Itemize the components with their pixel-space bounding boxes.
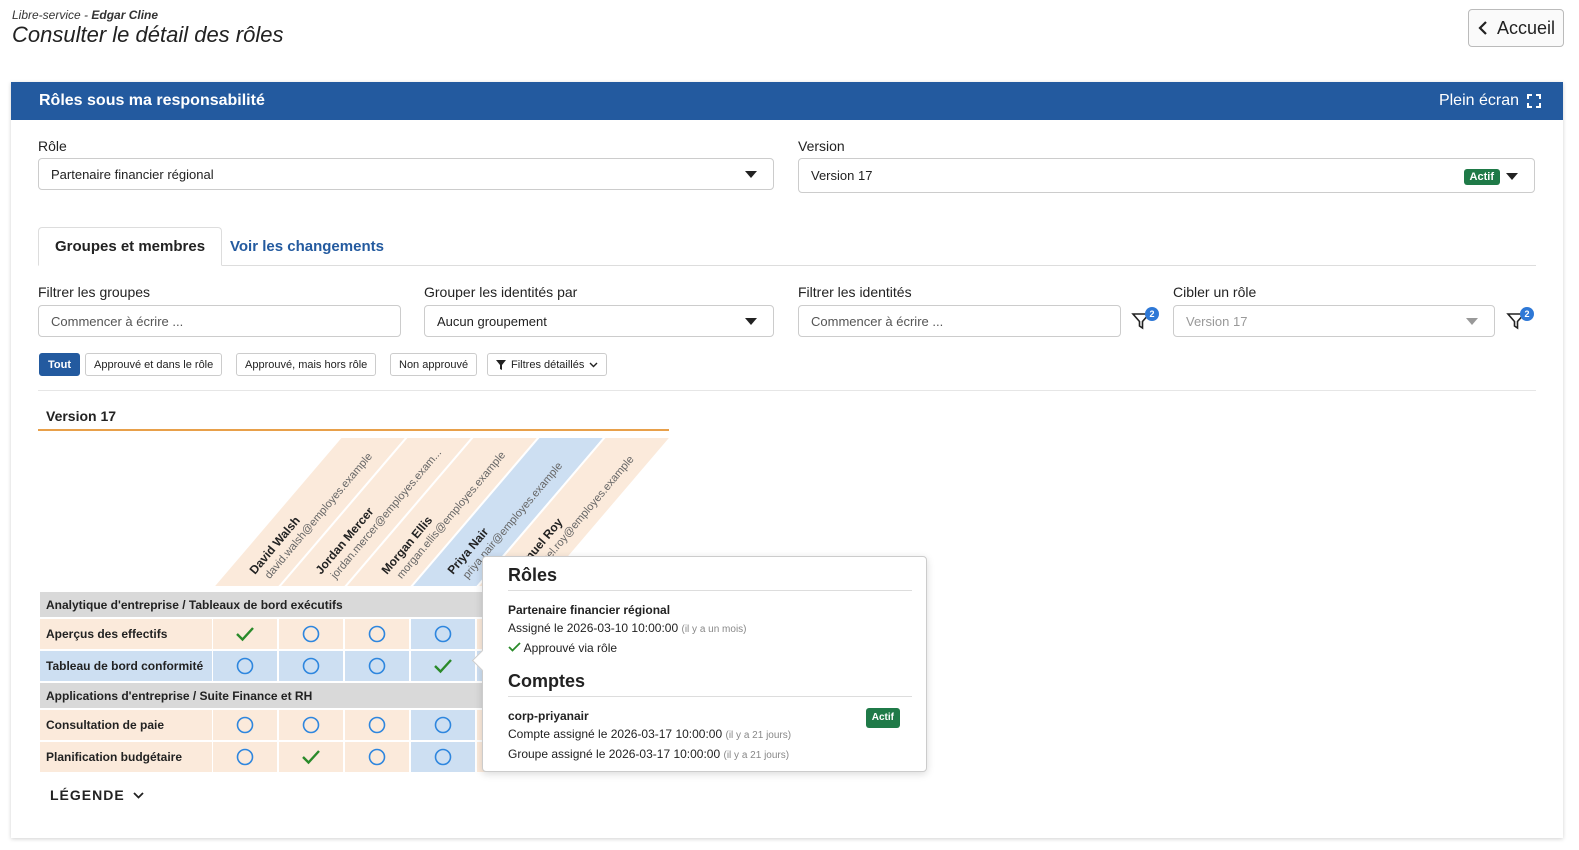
circle-icon[interactable] — [411, 619, 475, 649]
account-name-text: corp-priyanair — [508, 709, 589, 723]
caret-down-icon — [745, 318, 757, 325]
chevron-left-icon — [1478, 21, 1487, 35]
group-row: Analytique d'entreprise / Tableaux de bo… — [40, 592, 543, 617]
version-label: Version — [798, 138, 845, 154]
circle-icon[interactable] — [279, 619, 343, 649]
target-role-select[interactable]: Version 17 — [1173, 305, 1495, 337]
target-role-label: Cibler un rôle — [1173, 284, 1257, 300]
popover-group-assigned: Groupe assigné le 2026-03-17 10:00:00 (i… — [508, 745, 912, 765]
version-select-value: Version 17 — [811, 168, 873, 183]
legend-toggle[interactable]: LÉGENDE — [50, 787, 144, 803]
filter-identities-input[interactable] — [798, 305, 1121, 337]
circle-icon[interactable] — [279, 651, 343, 681]
row-label[interactable]: Consultation de paie — [40, 710, 212, 740]
target-role-value: Version 17 — [1186, 313, 1248, 329]
filter-count-badge: 2 — [1520, 307, 1534, 321]
chevron-down-icon — [133, 791, 144, 799]
home-button[interactable]: Accueil — [1468, 9, 1564, 47]
popover-roles-heading: Rôles — [508, 565, 912, 591]
filter-count-badge: 2 — [1145, 307, 1159, 321]
version-select[interactable]: Version 17 Actif — [798, 158, 1535, 193]
group-row: Applications d'entreprise / Suite Financ… — [40, 683, 543, 708]
circle-icon[interactable] — [213, 742, 277, 772]
check-icon[interactable] — [411, 651, 475, 681]
circle-icon[interactable] — [345, 742, 409, 772]
circle-icon[interactable] — [213, 651, 277, 681]
circle-icon[interactable] — [345, 710, 409, 740]
filter-identities-label: Filtrer les identités — [798, 284, 912, 300]
role-approved-text: Approuvé via rôle — [523, 641, 618, 655]
caret-down-icon — [1466, 318, 1478, 325]
fullscreen-button[interactable]: Plein écran — [1439, 92, 1541, 110]
caret-down-icon — [745, 171, 757, 178]
circle-icon[interactable] — [345, 619, 409, 649]
row-label[interactable]: Tableau de bord conformité — [40, 651, 212, 681]
caret-down-icon — [1506, 173, 1518, 180]
popover-role-approved: Approuvé via rôle — [508, 639, 912, 657]
group-assigned-text: Groupe assigné le 2026-03-17 10:00:00 — [508, 747, 721, 761]
row-label[interactable]: Aperçus des effectifs — [40, 619, 212, 649]
circle-icon[interactable] — [411, 710, 475, 740]
account-assigned-text: Compte assigné le 2026-03-17 10:00:00 — [508, 727, 723, 741]
fullscreen-label: Plein écran — [1438, 92, 1519, 109]
role-assigned-relative: (il y a un mois) — [681, 624, 747, 635]
status-badge: Actif — [1463, 169, 1500, 185]
popover-role-assigned: Assigné le 2026-03-10 10:00:00 (il y a u… — [508, 619, 912, 639]
popover-accounts-heading: Comptes — [508, 671, 912, 697]
circle-icon[interactable] — [345, 651, 409, 681]
details-popover: Rôles Partenaire financier régional Assi… — [482, 556, 927, 772]
account-assigned-relative: (il y a 21 jours) — [725, 730, 792, 741]
expand-icon — [1527, 94, 1541, 108]
circle-icon[interactable] — [411, 742, 475, 772]
popover-role-name: Partenaire financier régional — [508, 603, 671, 617]
check-icon[interactable] — [279, 742, 343, 772]
popover-account-name: corp-priyanair Actif — [508, 707, 912, 728]
row-label[interactable]: Planification budgétaire — [40, 742, 212, 772]
check-icon[interactable] — [213, 619, 277, 649]
legend-label: LÉGENDE — [50, 787, 125, 803]
group-assigned-relative: (il y a 21 jours) — [723, 750, 790, 761]
home-button-label: Accueil — [1496, 17, 1556, 38]
identity-filter-button[interactable]: 2 — [1131, 307, 1159, 333]
status-badge: Actif — [865, 708, 900, 728]
circle-icon[interactable] — [213, 710, 277, 740]
check-icon — [508, 642, 521, 652]
popover-account-assigned: Compte assigné le 2026-03-17 10:00:00 (i… — [508, 725, 912, 745]
column-headers: David Walshdavid.walsh@employes.exampleJ… — [210, 436, 674, 588]
role-assigned-text: Assigné le 2026-03-10 10:00:00 — [508, 621, 679, 635]
circle-icon[interactable] — [279, 710, 343, 740]
target-filter-button[interactable]: 2 — [1506, 307, 1534, 333]
